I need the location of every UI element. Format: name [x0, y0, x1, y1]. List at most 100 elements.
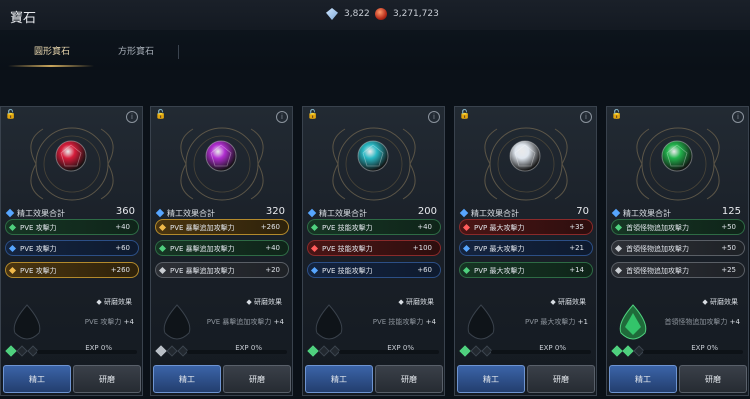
gem-card: 🔓 i 精工效果合計 200 PVE 技能攻擊力 +40 PVE 技能攻擊力 +…	[302, 106, 445, 396]
stat-label: PVE 技能攻擊力	[322, 267, 373, 275]
stat-value: +40	[115, 223, 130, 231]
craft-total-value: 125	[721, 206, 741, 217]
stat-label: 首領怪物追加攻擊力	[626, 245, 689, 253]
stat-tier-icon	[462, 266, 471, 275]
stat-row: PVE 暴擊追加攻擊力 +40	[155, 240, 289, 256]
info-icon[interactable]: i	[428, 111, 440, 123]
stat-label: PVP 最大攻擊力	[474, 224, 525, 232]
craft-total-row: 精工效果合計 125	[611, 206, 743, 219]
grind-button[interactable]: 研磨	[375, 365, 443, 393]
research-effect-label: 首領怪物追加攻擊力	[664, 318, 728, 326]
stat-tier-icon	[310, 266, 319, 275]
stat-tier-icon	[8, 266, 17, 275]
exp-label: EXP 0%	[539, 344, 566, 352]
diamond-bullet-icon	[459, 208, 469, 218]
info-icon[interactable]: i	[580, 111, 592, 123]
research-effect-label: PVE 攻擊力	[84, 318, 122, 326]
socket-gem-icon	[155, 345, 167, 357]
gem-card: 🔓 i 精工效果合計 360 PVE 攻擊力 +40 PVE 攻擊力 +60 P…	[0, 106, 143, 396]
stat-tier-icon	[158, 244, 167, 253]
stat-row: PVP 最大攻擊力 +14	[459, 262, 593, 278]
research-effect-bonus: +1	[577, 318, 588, 326]
craft-total-label: 精工效果合計	[17, 209, 65, 218]
lock-icon[interactable]: 🔓	[611, 111, 622, 120]
stat-tier-icon	[8, 223, 17, 232]
stat-label: PVE 攻擊力	[20, 267, 57, 275]
grind-button[interactable]: 研磨	[223, 365, 291, 393]
stat-row: PVP 最大攻擊力 +35	[459, 219, 593, 235]
stat-label: PVP 最大攻擊力	[474, 267, 525, 275]
research-effect-label: PVP 最大攻擊力	[524, 318, 576, 326]
stat-row: PVE 攻擊力 +40	[5, 219, 139, 235]
grind-button[interactable]: 研磨	[679, 365, 747, 393]
socket-gems	[459, 345, 493, 357]
craft-button[interactable]: 精工	[305, 365, 373, 393]
stat-value: +50	[721, 223, 736, 231]
exp-label: EXP 0%	[387, 344, 414, 352]
stat-tier-icon	[462, 244, 471, 253]
stat-value: +40	[417, 223, 432, 231]
socket-gems	[5, 345, 39, 357]
craft-button[interactable]: 精工	[609, 365, 677, 393]
grind-button[interactable]: 研磨	[527, 365, 595, 393]
info-icon[interactable]: i	[126, 111, 138, 123]
exp-label: EXP 0%	[235, 344, 262, 352]
craft-button[interactable]: 精工	[457, 365, 525, 393]
tab-round-gem[interactable]: 圓形寶石	[34, 44, 70, 57]
research-section: ◆ 研磨效果 PVP 最大攻擊力 +1 EXP 0%	[455, 295, 596, 367]
stat-value: +21	[569, 244, 584, 252]
exp-label: EXP 0%	[691, 344, 718, 352]
socket-gems	[611, 345, 645, 357]
info-icon[interactable]: i	[276, 111, 288, 123]
craft-button[interactable]: 精工	[3, 365, 71, 393]
craft-total-value: 320	[265, 206, 285, 217]
info-icon[interactable]: i	[732, 111, 744, 123]
craft-total-label: 精工效果合計	[167, 209, 215, 218]
research-title: ◆ 研磨效果	[702, 298, 738, 306]
stat-row: PVE 技能攻擊力 +40	[307, 219, 441, 235]
research-section: ◆ 研磨效果 PVE 暴擊追加攻擊力 +4 EXP 0%	[151, 295, 292, 367]
grind-button[interactable]: 研磨	[73, 365, 141, 393]
stat-row: PVE 暴擊追加攻擊力 +20	[155, 262, 289, 278]
stat-label: PVE 攻擊力	[20, 245, 57, 253]
lock-icon[interactable]: 🔓	[459, 111, 470, 120]
stat-value: +40	[265, 244, 280, 252]
diamond-bullet-icon	[307, 208, 317, 218]
craft-total-row: 精工效果合計 70	[459, 206, 591, 219]
craft-button[interactable]: 精工	[153, 365, 221, 393]
stat-value: +60	[417, 266, 432, 274]
orb-count: 3,271,723	[393, 9, 439, 19]
research-effect: PVE 暴擊追加攻擊力 +4	[184, 317, 284, 328]
stat-value: +260	[110, 266, 130, 274]
stat-row: 首領怪物追加攻擊力 +25	[611, 262, 745, 278]
craft-total-row: 精工效果合計 200	[307, 206, 439, 219]
active-tab-indicator	[8, 65, 94, 67]
stat-value: +14	[569, 266, 584, 274]
stat-row: PVE 暴擊追加攻擊力 +260	[155, 219, 289, 235]
gem-card: 🔓 i 精工效果合計 320 PVE 暴擊追加攻擊力 +260 PVE 暴擊追加…	[150, 106, 293, 396]
gem-card: 🔓 i 精工效果合計 125 首領怪物追加攻擊力 +50 首領怪物追加攻擊力 +…	[606, 106, 749, 396]
top-bar: 寶石 3,822 3,271,723	[0, 0, 750, 31]
lock-icon[interactable]: 🔓	[307, 111, 318, 120]
stat-value: +50	[721, 244, 736, 252]
lock-icon[interactable]: 🔓	[155, 111, 166, 120]
stat-tier-icon	[310, 223, 319, 232]
socket-gem-icon	[470, 345, 482, 357]
socket-gem-icon	[307, 345, 319, 357]
stat-value: +20	[265, 266, 280, 274]
socket-gems	[155, 345, 189, 357]
stat-tier-icon	[614, 244, 623, 253]
research-effect-label: PVE 技能攻擊力	[372, 318, 424, 326]
lock-icon[interactable]: 🔓	[5, 111, 16, 120]
craft-total-row: 精工效果合計 320	[155, 206, 287, 219]
research-effect-bonus: +4	[729, 318, 740, 326]
diamond-bullet-icon	[155, 208, 165, 218]
tab-divider	[178, 45, 179, 59]
stat-tier-icon	[158, 223, 167, 232]
tab-square-gem[interactable]: 方形寶石	[118, 44, 154, 57]
socket-gem-icon	[459, 345, 471, 357]
socket-gem-icon	[166, 345, 178, 357]
stat-value: +25	[721, 266, 736, 274]
diamond-icon	[326, 8, 338, 20]
stat-tier-icon	[8, 244, 17, 253]
